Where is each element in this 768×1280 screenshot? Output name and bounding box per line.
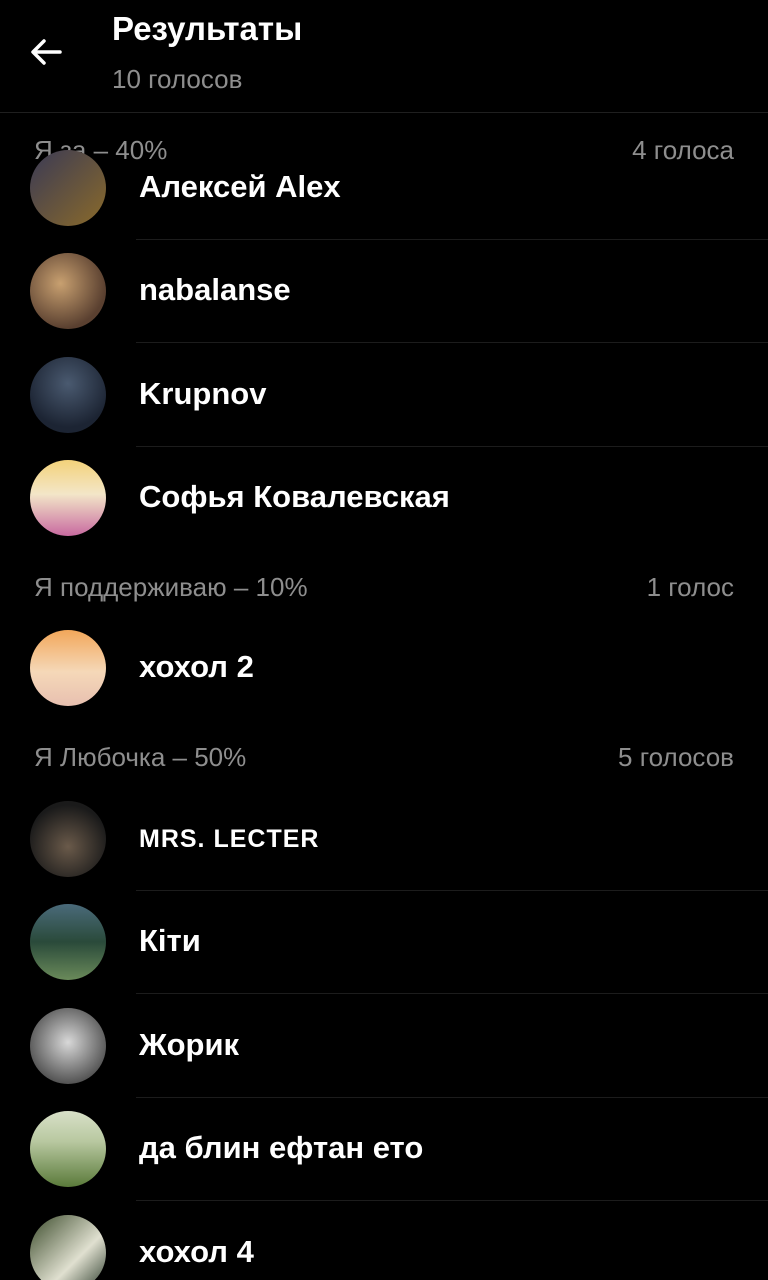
option-vote-count: 5 голосов — [618, 742, 734, 772]
voter-name: хохол 4 — [139, 1234, 254, 1269]
avatar — [30, 253, 106, 329]
option-label: Я поддерживаю – 10% — [34, 572, 308, 602]
voter-row[interactable]: хохол 4 — [0, 1201, 768, 1280]
voter-name: Алексей Alex — [139, 169, 341, 204]
avatar — [30, 904, 106, 980]
app-header: Результаты 10 голосов — [0, 0, 768, 113]
voter-name: Krupnov — [139, 376, 267, 411]
voter-name: Жорик — [139, 1027, 240, 1062]
section-header: Я Любочка – 50% 5 голосов — [0, 724, 768, 784]
voter-row[interactable]: хохол 2 — [0, 616, 768, 720]
voter-row[interactable]: да блин ефтан ето — [0, 1097, 768, 1201]
option-label: Я Любочка – 50% — [34, 742, 247, 772]
section-header: Я поддерживаю – 10% 1 голос — [0, 554, 768, 614]
vote-total: 10 голосов — [112, 64, 243, 94]
voter-name: Софья Ковалевская — [139, 479, 450, 514]
avatar — [30, 460, 106, 536]
avatar — [30, 1215, 106, 1280]
back-button[interactable] — [22, 28, 70, 76]
voter-row[interactable]: Софья Ковалевская — [0, 446, 768, 550]
voter-row[interactable]: Кіти — [0, 890, 768, 994]
option-vote-count: 1 голос — [646, 572, 734, 602]
avatar — [30, 357, 106, 433]
results-list[interactable]: Я за – 40% 4 голоса Алексей Alex nabalan… — [0, 113, 768, 1280]
voter-row[interactable]: MRS. LECTER — [0, 787, 768, 891]
voter-row[interactable]: Krupnov — [0, 343, 768, 447]
avatar — [30, 1008, 106, 1084]
page-title: Результаты — [112, 10, 303, 47]
voter-name: хохол 2 — [139, 649, 254, 684]
voter-row[interactable]: nabalanse — [0, 239, 768, 343]
avatar — [30, 150, 106, 226]
avatar — [30, 801, 106, 877]
avatar — [30, 630, 106, 706]
voter-row[interactable]: Алексей Alex — [0, 136, 768, 240]
avatar — [30, 1111, 106, 1187]
voter-name: MRS. LECTER — [139, 825, 320, 853]
voter-name: да блин ефтан ето — [139, 1130, 424, 1165]
voter-row[interactable]: Жорик — [0, 994, 768, 1098]
voter-name: nabalanse — [139, 272, 291, 307]
voter-name: Кіти — [139, 923, 201, 958]
arrow-left-icon — [31, 39, 62, 65]
